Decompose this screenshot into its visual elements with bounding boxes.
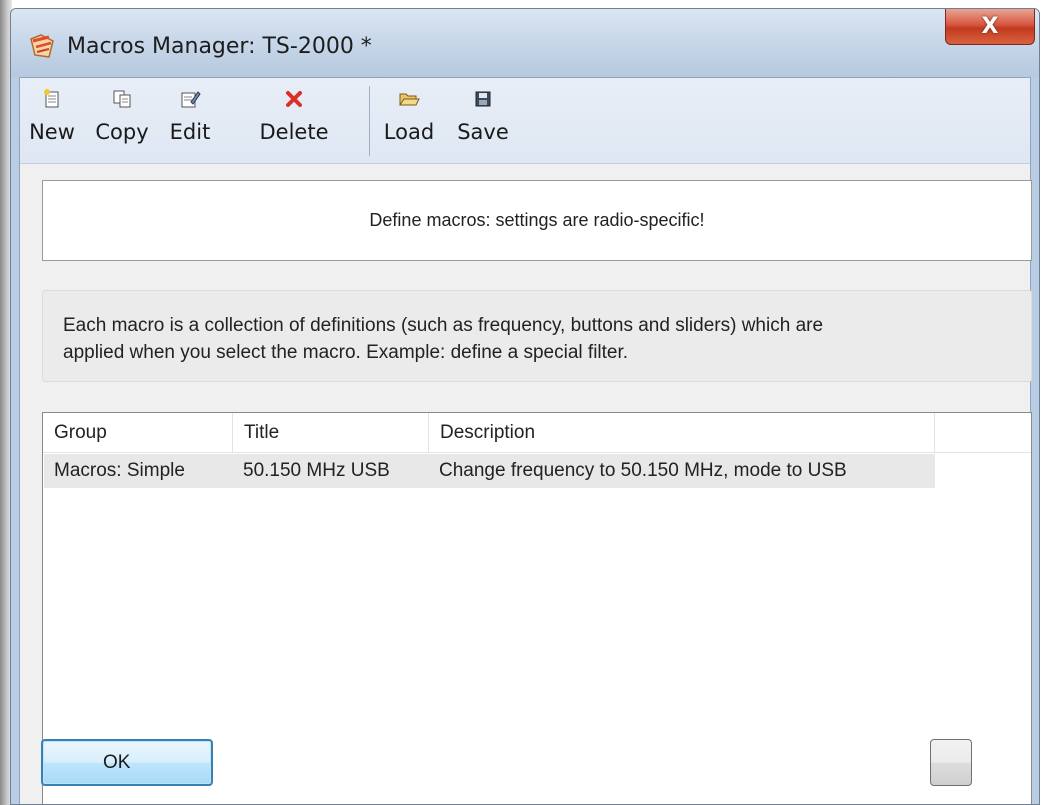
close-icon: X <box>981 14 999 39</box>
column-header-description[interactable]: Description <box>429 413 935 453</box>
load-button[interactable]: Load <box>376 84 442 160</box>
table-row[interactable]: Macros: Simple 50.150 MHz USB Change fre… <box>44 454 935 488</box>
info-panel: Each macro is a collection of definition… <box>42 290 1032 382</box>
copy-icon <box>113 90 131 108</box>
toolbar: New Copy Edit Delete Load Save <box>20 78 1030 164</box>
edit-button[interactable]: Edit <box>162 84 218 160</box>
load-icon <box>399 93 420 106</box>
window-client-area: New Copy Edit Delete Load Save Define ma… <box>19 77 1032 804</box>
delete-icon <box>286 91 302 107</box>
save-label: Save <box>457 120 509 144</box>
info-line-2: applied when you select the macro. Examp… <box>63 342 629 363</box>
column-header-title[interactable]: Title <box>233 413 429 453</box>
radio-specific-banner: Define macros: settings are radio-specif… <box>42 180 1032 261</box>
cell-title: 50.150 MHz USB <box>243 460 390 481</box>
new-label: New <box>29 120 75 144</box>
toolbar-separator <box>369 86 370 156</box>
new-icon <box>44 89 59 108</box>
load-label: Load <box>383 120 435 144</box>
close-button[interactable]: X <box>945 9 1035 45</box>
delete-button[interactable]: Delete <box>226 84 362 160</box>
title-bar[interactable]: Macros Manager: TS-2000 * X <box>11 9 1039 77</box>
save-icon <box>475 91 491 107</box>
cell-description: Change frequency to 50.150 MHz, mode to … <box>439 460 847 481</box>
grid-header: Group Title Description <box>43 413 1031 453</box>
window-title: Macros Manager: TS-2000 * <box>67 34 372 59</box>
app-icon <box>30 34 54 58</box>
info-line-1: Each macro is a collection of definition… <box>63 315 824 336</box>
edit-icon <box>181 91 201 108</box>
copy-button[interactable]: Copy <box>88 84 156 160</box>
ok-button[interactable]: OK <box>41 739 213 786</box>
help-button[interactable] <box>930 739 972 786</box>
save-button[interactable]: Save <box>448 84 518 160</box>
banner-text: Define macros: settings are radio-specif… <box>369 210 705 230</box>
macros-manager-window: Macros Manager: TS-2000 * X New Copy Edi… <box>10 8 1040 805</box>
new-button[interactable]: New <box>24 84 80 160</box>
delete-label: Delete <box>259 120 329 144</box>
cell-group: Macros: Simple <box>54 460 185 481</box>
copy-label: Copy <box>95 120 149 144</box>
edit-label: Edit <box>169 120 211 144</box>
column-header-group[interactable]: Group <box>43 413 233 453</box>
